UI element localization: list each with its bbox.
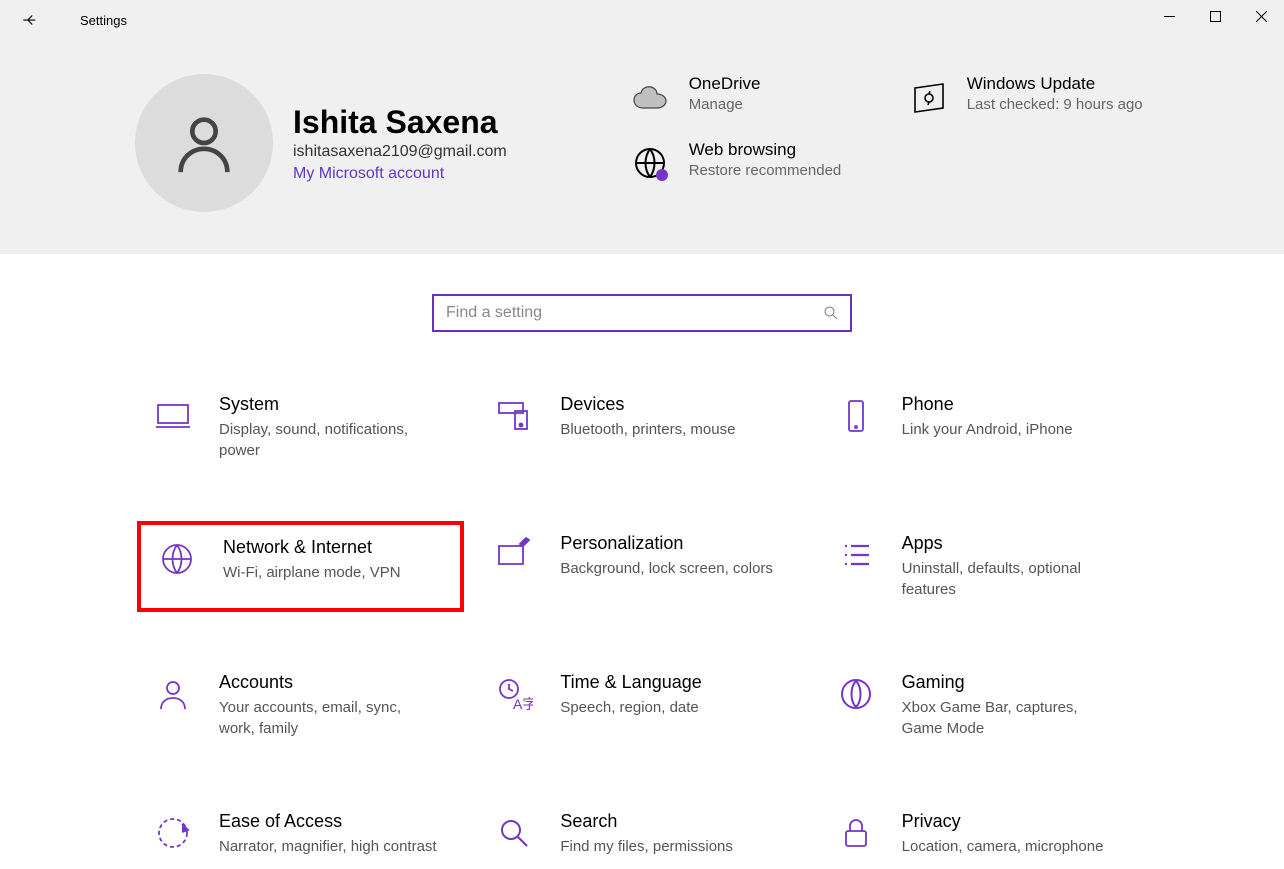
lock-icon <box>834 811 878 855</box>
windows-update-title: Windows Update <box>967 74 1143 94</box>
searchcat-sub: Find my files, permissions <box>560 836 733 857</box>
back-button[interactable] <box>10 0 50 40</box>
network-sub: Wi-Fi, airplane mode, VPN <box>223 562 401 583</box>
phone-icon <box>834 394 878 438</box>
personalization-title: Personalization <box>560 533 773 554</box>
web-browsing-tile[interactable]: Web browsing Restore recommended <box>627 140 887 188</box>
arrow-left-icon <box>21 11 39 29</box>
time-title: Time & Language <box>560 672 701 693</box>
window-title: Settings <box>80 13 127 28</box>
ease-icon <box>151 811 195 855</box>
devices-sub: Bluetooth, printers, mouse <box>560 419 735 440</box>
ease-sub: Narrator, magnifier, high contrast <box>219 836 437 857</box>
maximize-icon <box>1210 11 1221 22</box>
search-category-icon <box>492 811 536 855</box>
devices-title: Devices <box>560 394 735 415</box>
search-box[interactable] <box>432 294 852 332</box>
accounts-sub: Your accounts, email, sync, work, family <box>219 697 439 739</box>
personalization-sub: Background, lock screen, colors <box>560 558 773 579</box>
globe-icon <box>155 537 199 581</box>
avatar[interactable] <box>135 74 273 212</box>
onedrive-tile[interactable]: OneDrive Manage <box>627 74 887 122</box>
user-email: ishitasaxena2109@gmail.com <box>293 143 507 161</box>
minimize-button[interactable] <box>1146 0 1192 32</box>
cloud-icon <box>627 74 675 122</box>
search-wrap <box>0 294 1284 332</box>
category-personalization[interactable]: Personalization Background, lock screen, … <box>478 521 805 612</box>
gaming-icon <box>834 672 878 716</box>
profile-text: Ishita Saxena ishitasaxena2109@gmail.com… <box>293 104 507 183</box>
system-sub: Display, sound, notifications, power <box>219 419 439 461</box>
close-button[interactable] <box>1238 0 1284 32</box>
privacy-title: Privacy <box>902 811 1104 832</box>
accounts-title: Accounts <box>219 672 439 693</box>
category-accounts[interactable]: Accounts Your accounts, email, sync, work… <box>137 660 464 751</box>
time-sub: Speech, region, date <box>560 697 701 718</box>
hero-section: Ishita Saxena ishitasaxena2109@gmail.com… <box>0 40 1284 254</box>
onedrive-title: OneDrive <box>689 74 761 94</box>
minimize-icon <box>1164 11 1175 22</box>
category-system[interactable]: System Display, sound, notifications, pow… <box>137 382 464 473</box>
category-phone[interactable]: Phone Link your Android, iPhone <box>820 382 1147 473</box>
apps-icon <box>834 533 878 577</box>
category-network-internet[interactable]: Network & Internet Wi-Fi, airplane mode, … <box>137 521 464 612</box>
searchcat-title: Search <box>560 811 733 832</box>
web-browsing-title: Web browsing <box>689 140 842 160</box>
phone-title: Phone <box>902 394 1073 415</box>
globe-badged-icon <box>627 140 675 188</box>
time-language-icon: A字 <box>492 672 536 716</box>
microsoft-account-link[interactable]: My Microsoft account <box>293 165 507 183</box>
web-browsing-sub: Restore recommended <box>689 160 842 181</box>
ease-title: Ease of Access <box>219 811 437 832</box>
personalization-icon <box>492 533 536 577</box>
apps-title: Apps <box>902 533 1122 554</box>
network-title: Network & Internet <box>223 537 401 558</box>
windows-update-sub: Last checked: 9 hours ago <box>967 94 1143 115</box>
system-icon <box>151 394 195 438</box>
category-devices[interactable]: Devices Bluetooth, printers, mouse <box>478 382 805 473</box>
maximize-button[interactable] <box>1192 0 1238 32</box>
titlebar: Settings <box>0 0 1284 40</box>
search-input[interactable] <box>446 304 838 322</box>
devices-icon <box>492 394 536 438</box>
category-time-language[interactable]: A字 Time & Language Speech, region, date <box>478 660 805 751</box>
info-tiles: OneDrive Manage Windows Update Last chec… <box>627 74 1187 188</box>
accounts-icon <box>151 672 195 716</box>
search-icon <box>822 304 840 322</box>
close-icon <box>1256 11 1267 22</box>
user-profile: Ishita Saxena ishitasaxena2109@gmail.com… <box>135 74 507 212</box>
system-title: System <box>219 394 439 415</box>
category-gaming[interactable]: Gaming Xbox Game Bar, captures, Game Mode <box>820 660 1147 751</box>
privacy-sub: Location, camera, microphone <box>902 836 1104 857</box>
person-icon <box>169 108 239 178</box>
phone-sub: Link your Android, iPhone <box>902 419 1073 440</box>
apps-sub: Uninstall, defaults, optional features <box>902 558 1122 600</box>
category-search[interactable]: Search Find my files, permissions <box>478 799 805 869</box>
gaming-title: Gaming <box>902 672 1122 693</box>
category-ease-of-access[interactable]: Ease of Access Narrator, magnifier, high … <box>137 799 464 869</box>
svg-text:A字: A字 <box>513 696 533 712</box>
category-privacy[interactable]: Privacy Location, camera, microphone <box>820 799 1147 869</box>
gaming-sub: Xbox Game Bar, captures, Game Mode <box>902 697 1122 739</box>
window-controls <box>1146 0 1284 32</box>
update-icon <box>905 74 953 122</box>
onedrive-sub: Manage <box>689 94 761 115</box>
category-grid: System Display, sound, notifications, pow… <box>137 382 1147 869</box>
user-display-name: Ishita Saxena <box>293 104 507 141</box>
category-apps[interactable]: Apps Uninstall, defaults, optional featur… <box>820 521 1147 612</box>
windows-update-tile[interactable]: Windows Update Last checked: 9 hours ago <box>905 74 1165 122</box>
